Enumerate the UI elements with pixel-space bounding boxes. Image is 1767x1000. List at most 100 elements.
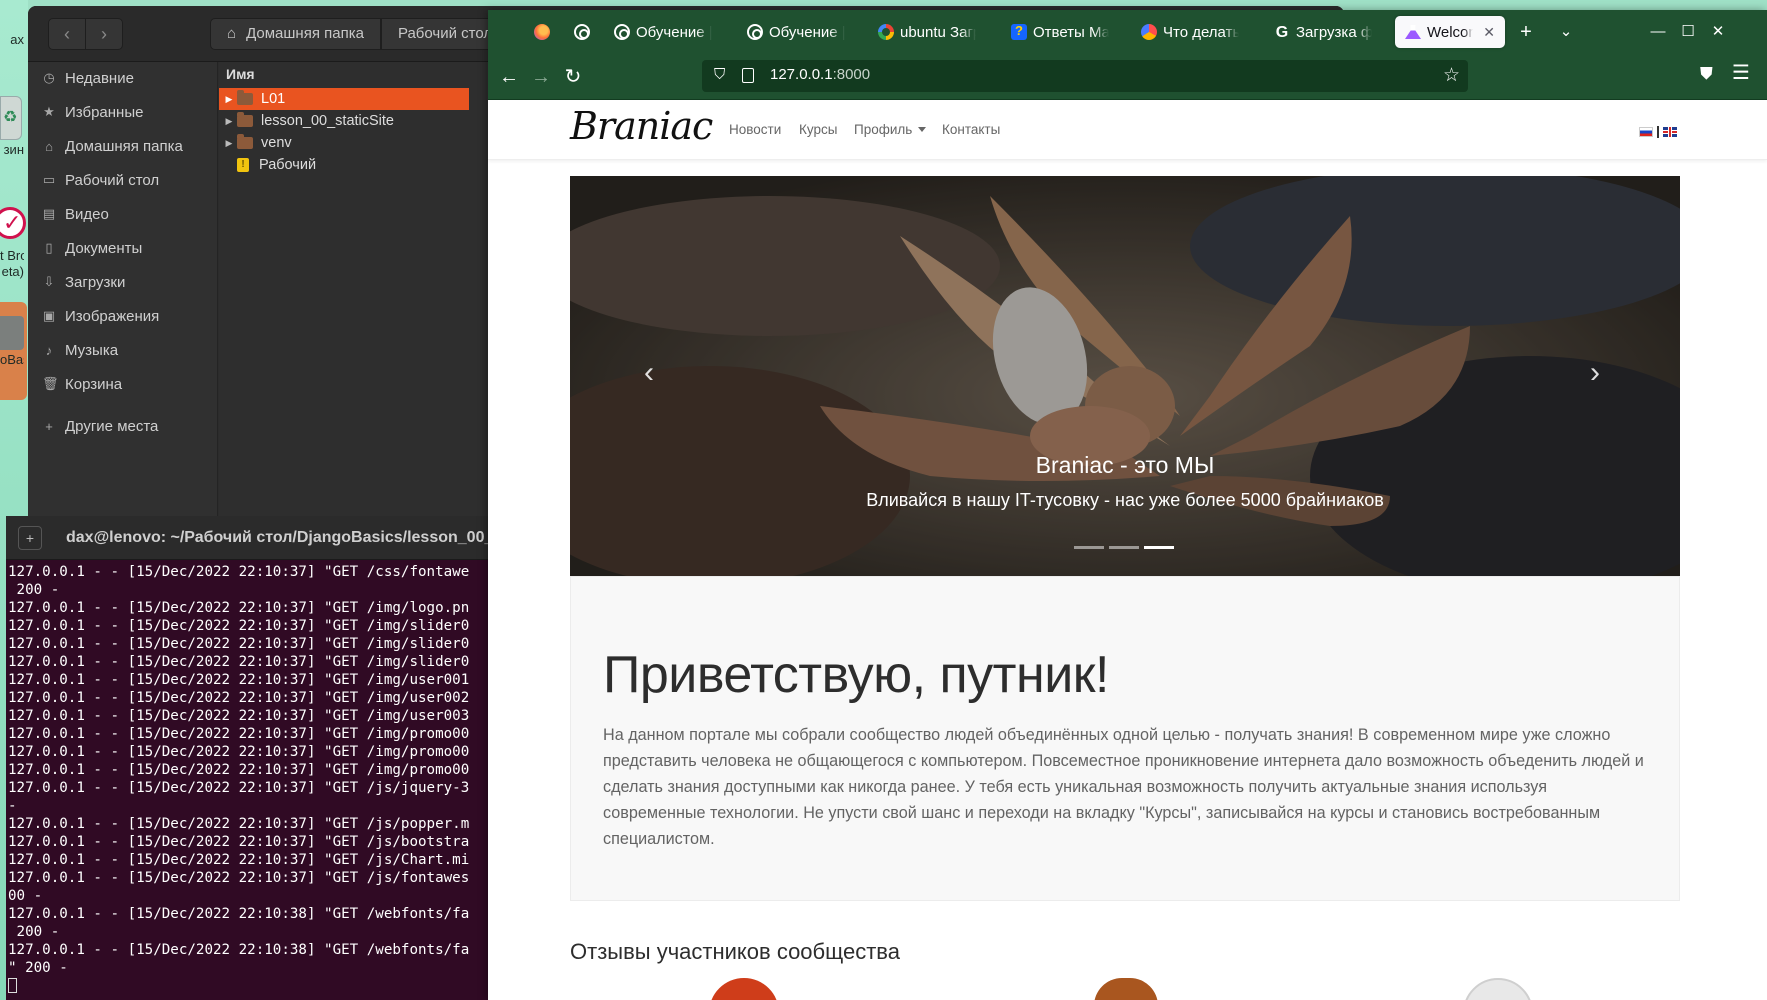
nav-link-courses[interactable]: Курсы xyxy=(799,122,837,137)
file-row[interactable]: ▶ venv xyxy=(219,132,469,154)
file-row[interactable]: ! Рабочий xyxy=(219,154,469,176)
folder-icon xyxy=(237,90,253,105)
file-name: L01 xyxy=(261,91,286,107)
sidebar-item-home[interactable]: ⌂ Домашняя папка xyxy=(42,134,183,158)
carousel-prev-chevron-left-icon[interactable]: ‹ xyxy=(644,356,654,390)
sidebar-item-label: Домашняя папка xyxy=(65,137,183,155)
desktop-trash-icon[interactable] xyxy=(0,96,22,140)
terminal-line: 127.0.0.1 - - [15/Dec/2022 22:10:38] "GE… xyxy=(8,942,470,958)
document-icon: ▯ xyxy=(45,240,53,255)
back-button[interactable]: ‹ xyxy=(48,18,86,50)
sidebar-item-documents[interactable]: ▯ Документы xyxy=(42,236,142,260)
carousel-indicator-active[interactable] xyxy=(1144,546,1174,549)
maximize-icon[interactable]: ☐ xyxy=(1674,18,1702,46)
tab-welcome-active[interactable]: Welcome to ✕ xyxy=(1395,16,1505,48)
tab-label: Что делать, е xyxy=(1163,23,1239,41)
bookmark-star-icon[interactable]: ☆ xyxy=(1443,64,1460,87)
launcher-file-icon: ! xyxy=(237,158,249,172)
carousel-indicator[interactable] xyxy=(1109,546,1139,549)
carousel-next-chevron-right-icon[interactable]: › xyxy=(1590,356,1600,390)
page-info-icon[interactable] xyxy=(742,68,754,83)
breadcrumb: ⌂ Домашняя папка Рабочий стол xyxy=(210,18,510,50)
sidebar-item-pictures[interactable]: ▣ Изображения xyxy=(42,304,159,328)
openai-icon xyxy=(574,24,590,40)
desktop-browser-label: t Bro xyxy=(0,248,24,263)
close-icon[interactable]: ✕ xyxy=(1704,18,1732,46)
desktop-browser-icon[interactable] xyxy=(0,203,26,245)
nav-link-news[interactable]: Новости xyxy=(729,122,781,137)
site-logo[interactable]: Braniac xyxy=(570,104,713,148)
hamburger-menu-icon[interactable]: ☰ xyxy=(1732,60,1750,85)
terminal-line: 127.0.0.1 - - [15/Dec/2022 22:10:37] "GE… xyxy=(8,870,470,886)
page-title: Приветствую, путник! xyxy=(603,646,1109,704)
new-tab-icon[interactable]: + xyxy=(18,526,42,550)
tab-chatgpt-1[interactable]: Обучение | C xyxy=(604,16,722,48)
avatar xyxy=(1463,978,1533,1000)
yandex-icon xyxy=(1141,24,1157,40)
tab-google-search[interactable]: ubuntu Загру xyxy=(868,16,986,48)
nav-profile-label: Профиль xyxy=(854,122,913,137)
sidebar-item-recent[interactable]: ◷ Недавние xyxy=(42,66,134,90)
sidebar-item-starred[interactable]: ★ Избранные xyxy=(42,100,143,124)
sidebar-item-other-locations[interactable]: + Другие места xyxy=(42,414,158,438)
sidebar-item-desktop[interactable]: ▭ Рабочий стол xyxy=(42,168,159,192)
russian-flag-icon[interactable] xyxy=(1639,127,1653,137)
minimize-icon[interactable]: — xyxy=(1644,18,1672,46)
reload-icon[interactable]: ↻ xyxy=(558,62,588,92)
sidebar-item-videos[interactable]: ▤ Видео xyxy=(42,202,109,226)
tab-label: Ответы Mail. xyxy=(1033,23,1109,41)
column-header-name[interactable]: Имя xyxy=(226,66,255,82)
sidebar-item-trash[interactable]: 🗑 Корзина xyxy=(42,372,122,396)
sidebar-item-label: Видео xyxy=(65,205,109,223)
welcome-jumbotron: Приветствую, путник! На данном портале м… xyxy=(570,576,1680,901)
terminal-output[interactable]: 127.0.0.1 - - [15/Dec/2022 22:10:37] "GE… xyxy=(8,563,469,995)
video-icon: ▤ xyxy=(42,206,56,221)
caret-down-icon xyxy=(918,127,927,132)
expand-icon[interactable]: ▶ xyxy=(221,138,237,149)
nav-link-contacts[interactable]: Контакты xyxy=(942,122,1000,137)
url-bar[interactable]: ⛉ 127.0.0.1:8000 ☆ xyxy=(702,60,1468,92)
sidebar-item-downloads[interactable]: ⇩ Загрузки xyxy=(42,270,126,294)
carousel-indicator[interactable] xyxy=(1074,546,1104,549)
carousel-indicators xyxy=(1074,546,1174,549)
tab-label: Обучение | C xyxy=(636,23,712,41)
folder-icon xyxy=(237,112,253,127)
sidebar-item-label: Документы xyxy=(65,239,143,257)
pocket-icon[interactable]: ⛊ xyxy=(1700,64,1713,84)
expand-icon[interactable]: ▶ xyxy=(221,94,237,105)
tab-mail-answers[interactable]: Ответы Mail. xyxy=(1001,16,1119,48)
terminal-line: 127.0.0.1 - - [15/Dec/2022 22:10:37] "GE… xyxy=(8,852,470,868)
list-tabs-chevron-down-icon[interactable]: ⌄ xyxy=(1552,18,1580,46)
terminal-cursor-line xyxy=(8,977,469,995)
file-name: lesson_00_staticSite xyxy=(261,113,394,129)
sidebar-item-music[interactable]: ♪ Музыка xyxy=(42,338,118,362)
terminal-line: 127.0.0.1 - - [15/Dec/2022 22:10:37] "GE… xyxy=(8,600,470,616)
nav-dropdown-profile[interactable]: Профиль xyxy=(854,122,927,137)
mail-answers-icon xyxy=(1011,23,1027,40)
terminal-line: 127.0.0.1 - - [15/Dec/2022 22:10:37] "GE… xyxy=(8,690,470,706)
file-row[interactable]: ▶ lesson_00_staticSite xyxy=(219,110,469,132)
google-icon xyxy=(878,24,894,40)
desktop-project-folder-icon[interactable] xyxy=(0,302,27,400)
tab-firefox-view[interactable] xyxy=(524,16,560,48)
forward-button[interactable]: › xyxy=(85,18,123,50)
file-row[interactable]: ▶ L01 xyxy=(219,88,469,110)
sidebar-item-label: Изображения xyxy=(65,307,160,325)
terminal-line: 200 - xyxy=(8,582,60,598)
url-text[interactable]: 127.0.0.1:8000 xyxy=(770,66,870,83)
new-tab-button[interactable]: + xyxy=(1512,18,1540,46)
forward-arrow-icon[interactable]: → xyxy=(526,62,556,92)
tab-label: ubuntu Загру xyxy=(900,23,976,41)
home-icon: ⌂ xyxy=(227,25,237,42)
flask-icon xyxy=(1405,25,1421,39)
tab-upload-file[interactable]: G Загрузка фа xyxy=(1264,16,1382,48)
uk-flag-icon[interactable] xyxy=(1663,127,1677,137)
tab-pinned-chatgpt[interactable] xyxy=(564,16,600,48)
breadcrumb-home[interactable]: ⌂ Домашняя папка xyxy=(210,18,381,50)
tracking-shield-icon[interactable]: ⛉ xyxy=(714,66,725,83)
back-arrow-icon[interactable]: ← xyxy=(494,62,524,92)
tab-chatgpt-2[interactable]: Обучение | C xyxy=(737,16,855,48)
expand-icon[interactable]: ▶ xyxy=(221,116,237,127)
tab-yandex-zen[interactable]: Что делать, е xyxy=(1131,16,1249,48)
close-tab-icon[interactable]: ✕ xyxy=(1483,24,1495,41)
